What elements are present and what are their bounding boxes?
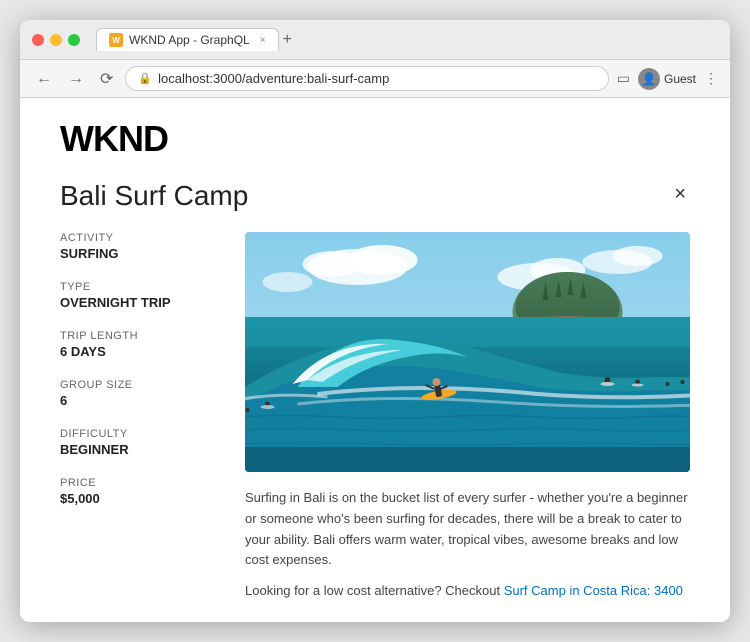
detail-label-price: PRICE <box>60 477 215 489</box>
detail-value-trip-length: 6 DAYS <box>60 344 215 359</box>
menu-icon[interactable]: ⋮ <box>704 70 718 87</box>
detail-price: PRICE $5,000 <box>60 477 215 506</box>
address-bar[interactable]: 🔒 localhost:3000/adventure:bali-surf-cam… <box>125 66 608 91</box>
traffic-lights <box>32 34 80 46</box>
back-button[interactable]: ← <box>32 68 56 90</box>
reload-button[interactable]: ⟳ <box>96 67 117 91</box>
detail-value-price: $5,000 <box>60 491 215 506</box>
titlebar: W WKND App - GraphQL × + <box>20 20 730 60</box>
tab-title: WKND App - GraphQL <box>129 33 250 47</box>
forward-button[interactable]: → <box>64 68 88 90</box>
cta-link[interactable]: Surf Camp in Costa Rica: 3400 <box>504 583 683 598</box>
description-text: Surfing in Bali is on the bucket list of… <box>245 488 690 571</box>
detail-value-activity: SURFING <box>60 246 215 261</box>
lock-icon: 🔒 <box>138 72 152 85</box>
detail-difficulty: DIFFICULTY BEGINNER <box>60 428 215 457</box>
detail-label-group-size: GROUP SIZE <box>60 379 215 391</box>
close-window-button[interactable] <box>32 34 44 46</box>
user-label: Guest <box>664 72 696 86</box>
details-column: ACTIVITY SURFING TYPE OVERNIGHT TRIP TRI… <box>60 232 215 602</box>
detail-label-trip-length: TRIP LENGTH <box>60 330 215 342</box>
browser-tab[interactable]: W WKND App - GraphQL × <box>96 28 279 51</box>
detail-type: TYPE OVERNIGHT TRIP <box>60 281 215 310</box>
page-main: Bali Surf Camp × ACTIVITY SURFING TYPE O… <box>20 170 730 622</box>
page-header: WKND <box>20 98 730 170</box>
cta-prefix: Looking for a low cost alternative? Chec… <box>245 583 504 598</box>
detail-label-type: TYPE <box>60 281 215 293</box>
detail-value-group-size: 6 <box>60 393 215 408</box>
tab-favicon: W <box>109 33 123 47</box>
close-button[interactable]: × <box>670 180 690 208</box>
extensions-icon[interactable]: ▭ <box>617 70 630 87</box>
detail-value-type: OVERNIGHT TRIP <box>60 295 215 310</box>
new-tab-button[interactable]: + <box>283 31 292 49</box>
minimize-window-button[interactable] <box>50 34 62 46</box>
detail-label-activity: ACTIVITY <box>60 232 215 244</box>
detail-value-difficulty: BEGINNER <box>60 442 215 457</box>
browser-toolbar: ← → ⟳ 🔒 localhost:3000/adventure:bali-su… <box>20 60 730 98</box>
content-layout: ACTIVITY SURFING TYPE OVERNIGHT TRIP TRI… <box>60 232 690 602</box>
maximize-window-button[interactable] <box>68 34 80 46</box>
page-title-row: Bali Surf Camp × <box>60 180 690 212</box>
avatar: 👤 <box>638 68 660 90</box>
main-column: Surfing in Bali is on the bucket list of… <box>245 232 690 602</box>
hero-image <box>245 232 690 472</box>
cta-text: Looking for a low cost alternative? Chec… <box>245 581 690 602</box>
browser-window: W WKND App - GraphQL × + ← → ⟳ 🔒 localho… <box>20 20 730 622</box>
page-title: Bali Surf Camp <box>60 180 248 212</box>
user-menu-button[interactable]: 👤 Guest <box>638 68 696 90</box>
detail-label-difficulty: DIFFICULTY <box>60 428 215 440</box>
url-text: localhost:3000/adventure:bali-surf-camp <box>158 71 389 86</box>
tab-close-icon[interactable]: × <box>260 35 266 46</box>
toolbar-right: ▭ 👤 Guest ⋮ <box>617 68 718 90</box>
page-content: WKND Bali Surf Camp × ACTIVITY SURFING T… <box>20 98 730 622</box>
detail-trip-length: TRIP LENGTH 6 DAYS <box>60 330 215 359</box>
detail-activity: ACTIVITY SURFING <box>60 232 215 261</box>
logo: WKND <box>60 118 168 160</box>
detail-group-size: GROUP SIZE 6 <box>60 379 215 408</box>
tab-bar: W WKND App - GraphQL × + <box>96 28 650 51</box>
